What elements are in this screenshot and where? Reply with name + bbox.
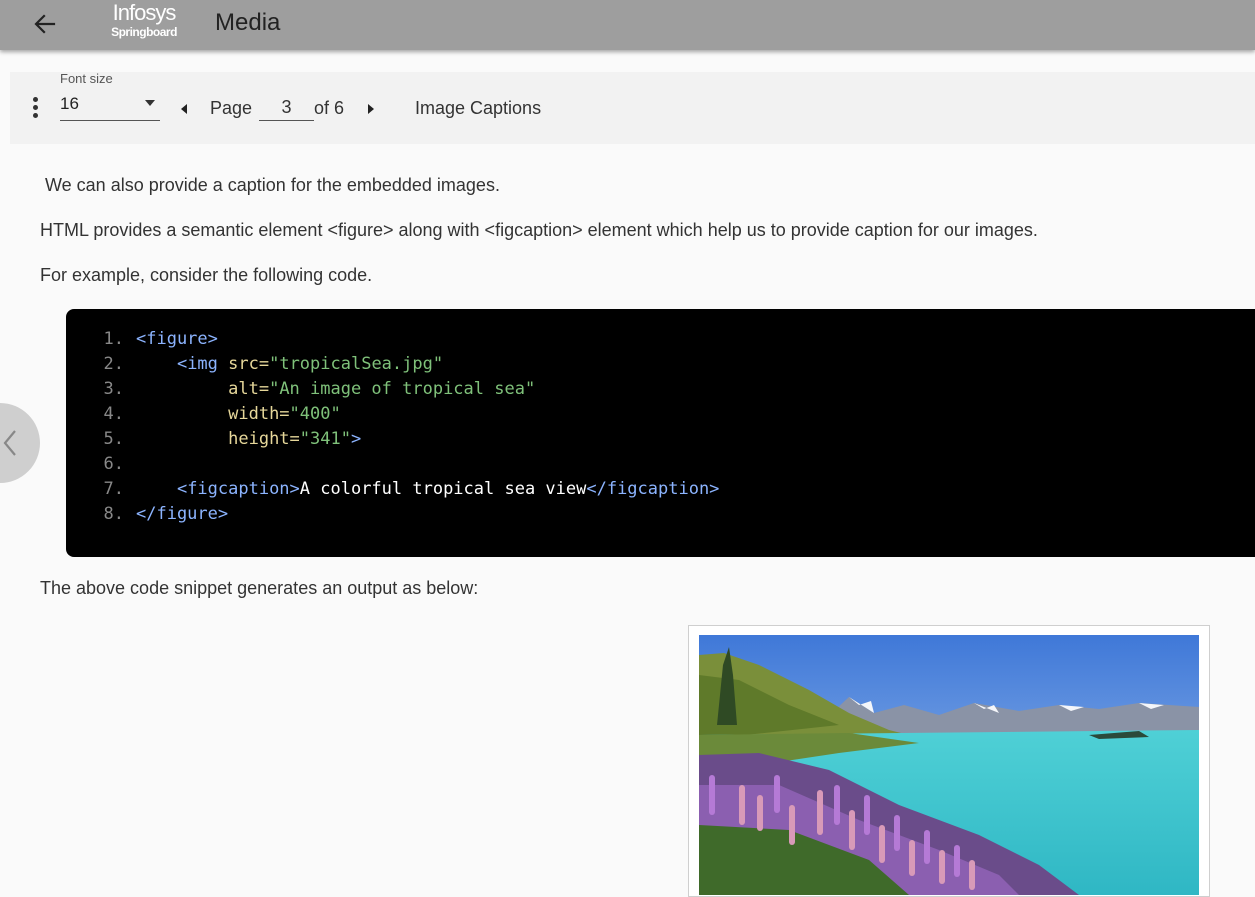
arrow-left-icon	[34, 14, 56, 34]
code-line: 8. </figure>	[66, 504, 229, 529]
reader-toolbar: Font size 16 Page of 6 Image Captions	[10, 71, 1255, 144]
code-line: 3. alt="An image of tropical sea"	[66, 379, 536, 404]
chevron-left-icon	[3, 430, 16, 456]
line-number: 5.	[103, 429, 124, 449]
code-token: >	[350, 429, 362, 449]
back-button[interactable]	[30, 9, 60, 39]
code-line: 6.	[66, 454, 136, 479]
tropical-sea-image	[699, 635, 1199, 895]
code-token: </figure>	[136, 504, 229, 524]
logo-line2: Springboard	[111, 25, 177, 39]
code-token: width=	[228, 404, 290, 424]
font-size-select[interactable]: 16	[60, 92, 160, 121]
code-line: 7. <figcaption>A colorful tropical sea v…	[66, 479, 720, 504]
caret-down-icon	[145, 100, 155, 106]
code-token: "400"	[289, 404, 341, 424]
code-token: height=	[228, 429, 300, 449]
font-size-label: Font size	[60, 71, 113, 86]
line-number: 6.	[103, 454, 124, 474]
line-number: 1.	[103, 329, 124, 349]
code-token: <figure>	[136, 329, 218, 349]
more-options-button[interactable]	[28, 97, 42, 123]
side-previous-button[interactable]	[0, 403, 40, 483]
code-token: src=	[217, 354, 270, 374]
line-number: 4.	[103, 404, 124, 424]
code-token: A colorful tropical sea view	[299, 479, 587, 499]
line-number: 2.	[103, 354, 124, 374]
code-token: </figcaption>	[586, 479, 720, 499]
code-line: 1. <figure>	[66, 329, 218, 354]
paragraph-intro: We can also provide a caption for the em…	[45, 175, 500, 195]
page-number-input[interactable]	[259, 94, 314, 121]
code-token: "tropicalSea.jpg"	[269, 354, 444, 374]
page-label: Page	[210, 98, 253, 118]
infosys-springboard-logo[interactable]: Infosys Springboard	[108, 0, 180, 44]
logo-line1: Infosys	[112, 0, 177, 25]
code-token: alt=	[228, 379, 270, 399]
page-total: of 6	[314, 98, 345, 118]
paragraph-output: The above code snippet generates an outp…	[40, 578, 479, 598]
code-line: 5. height="341">	[66, 429, 362, 454]
figure-output	[688, 625, 1210, 897]
line-number: 7.	[103, 479, 124, 499]
code-token: <img	[176, 354, 218, 374]
line-number: 3.	[103, 379, 124, 399]
more-vertical-icon	[28, 97, 42, 118]
code-token: "An image of tropical sea"	[269, 379, 536, 399]
paragraph-figure-element: HTML provides a semantic element <figure…	[40, 220, 1038, 240]
code-line: 4. width="400"	[66, 404, 341, 429]
section-title: Image Captions	[415, 98, 542, 118]
app-header: Infosys Springboard Media	[0, 0, 1255, 50]
code-token: <figcaption>	[176, 479, 300, 499]
page-title: Media	[215, 9, 281, 36]
code-token: "341"	[299, 429, 351, 449]
next-page-button[interactable]	[364, 103, 378, 117]
code-block: 1. <figure> 2. <img src="tropicalSea.jpg"…	[66, 309, 1255, 557]
previous-page-button[interactable]	[178, 103, 192, 117]
font-size-value: 16	[60, 94, 79, 113]
code-line: 2. <img src="tropicalSea.jpg"	[66, 354, 444, 379]
paragraph-example: For example, consider the following code…	[40, 265, 373, 285]
line-number: 8.	[103, 504, 124, 524]
